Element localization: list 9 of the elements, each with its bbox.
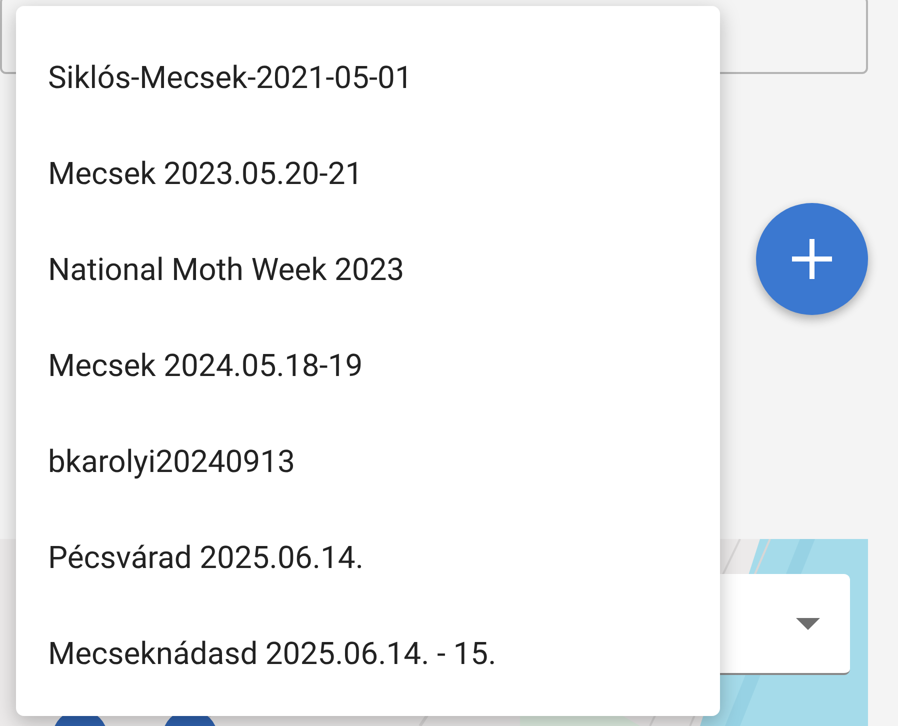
add-button[interactable] — [756, 203, 868, 315]
menu-item[interactable]: Pécsvárad 2025.06.14. — [16, 510, 720, 606]
menu-item[interactable]: bkarolyi20240913 — [16, 414, 720, 510]
menu-item[interactable]: Mecseknádasd 2025.06.14. - 15. — [16, 606, 720, 702]
menu-item[interactable]: Siklós-Mecsek-2021-05-01 — [16, 30, 720, 126]
menu-item[interactable]: Mecsek 2023.05.20-21 — [16, 126, 720, 222]
dropdown-arrow-icon — [796, 618, 820, 630]
menu-item[interactable]: National Moth Week 2023 — [16, 222, 720, 318]
menu-item[interactable]: Mecsek 2024.05.18-19 — [16, 318, 720, 414]
